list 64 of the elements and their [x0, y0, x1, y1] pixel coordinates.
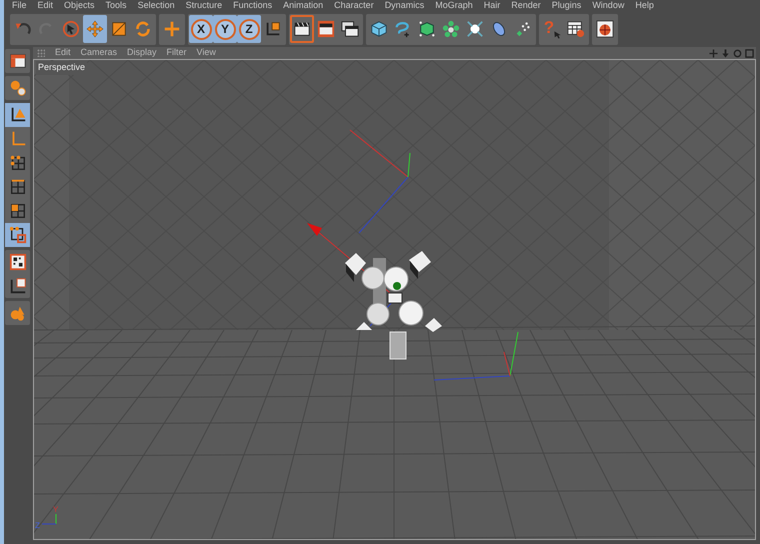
axis-label: Y [53, 505, 58, 514]
menu-item[interactable]: Dynamics [384, 0, 424, 11]
layout-icon [8, 52, 26, 70]
globe-icon [596, 20, 614, 38]
menu-item[interactable]: Selection [138, 0, 175, 11]
grip-icon [37, 49, 45, 57]
grid-polygons-icon [8, 202, 26, 220]
cube-icon [370, 20, 388, 38]
menu-item[interactable]: Hair [484, 0, 500, 11]
menu-item[interactable]: Edit [38, 0, 54, 11]
flower-icon [442, 20, 460, 38]
square-icon [745, 48, 754, 58]
menu-item[interactable]: Help [635, 0, 654, 11]
grid-uv-icon [8, 226, 26, 244]
spline-icon [394, 20, 412, 38]
circle-icon [733, 48, 742, 58]
clapperboard-icon [317, 20, 335, 38]
shapes-icon [8, 304, 26, 322]
checker-icon [8, 253, 26, 271]
menu-item[interactable]: File [12, 0, 27, 11]
question-mark-glyph: ? [544, 18, 554, 36]
grid-points-icon [8, 154, 26, 172]
sparkle-icon [466, 20, 484, 38]
axes-cube-icon [264, 20, 282, 38]
dots-icon [514, 20, 532, 38]
menu-item[interactable]: Cameras [80, 46, 118, 60]
menu-item[interactable]: Tools [106, 0, 127, 11]
clapperboard-stack-icon [341, 20, 359, 38]
menu-item[interactable]: Window [592, 0, 624, 11]
down-arrow-icon [721, 48, 730, 58]
axis-lock-button[interactable]: Z [237, 15, 261, 43]
view-name-label: Perspective [36, 61, 88, 74]
menu-item[interactable]: Plugins [552, 0, 582, 11]
menu-item[interactable]: Structure [186, 0, 222, 11]
rotate-arrows-icon [134, 20, 152, 38]
scale-square-icon [110, 20, 128, 38]
viewport[interactable]: Perspective Y Z [33, 59, 756, 540]
menu-item[interactable]: View [196, 46, 216, 60]
axis-lock-button[interactable]: X [189, 15, 213, 43]
menu-item[interactable]: MoGraph [435, 0, 473, 11]
mode-button[interactable] [5, 223, 30, 247]
menu-item[interactable]: Display [127, 46, 157, 60]
menu-item[interactable]: Edit [55, 46, 71, 60]
menu-item[interactable]: Functions [233, 0, 272, 11]
menu-item[interactable]: Animation [283, 0, 324, 11]
ellipse-icon [490, 20, 508, 38]
menu-item[interactable]: Objects [64, 0, 95, 11]
clapperboard-icon [293, 20, 311, 38]
spheres-icon [8, 79, 26, 97]
toolbar-button[interactable] [290, 15, 314, 43]
menu-item[interactable]: Filter [166, 46, 187, 60]
pointer-icon [62, 20, 80, 38]
mode-button[interactable] [5, 103, 30, 127]
menu-item[interactable]: Render [511, 0, 541, 11]
cube-icon [418, 20, 436, 38]
table-question-icon [567, 20, 585, 38]
menu-item[interactable]: Character [334, 0, 374, 11]
axis-lock-button[interactable]: Y [213, 15, 237, 43]
grid-edges-icon [8, 178, 26, 196]
checker-axis-icon [8, 277, 26, 295]
axis-label: Z [35, 521, 40, 530]
axis-cone-icon [8, 106, 26, 124]
corner-axis-drawing [42, 514, 56, 524]
pointer-icon [553, 30, 562, 39]
